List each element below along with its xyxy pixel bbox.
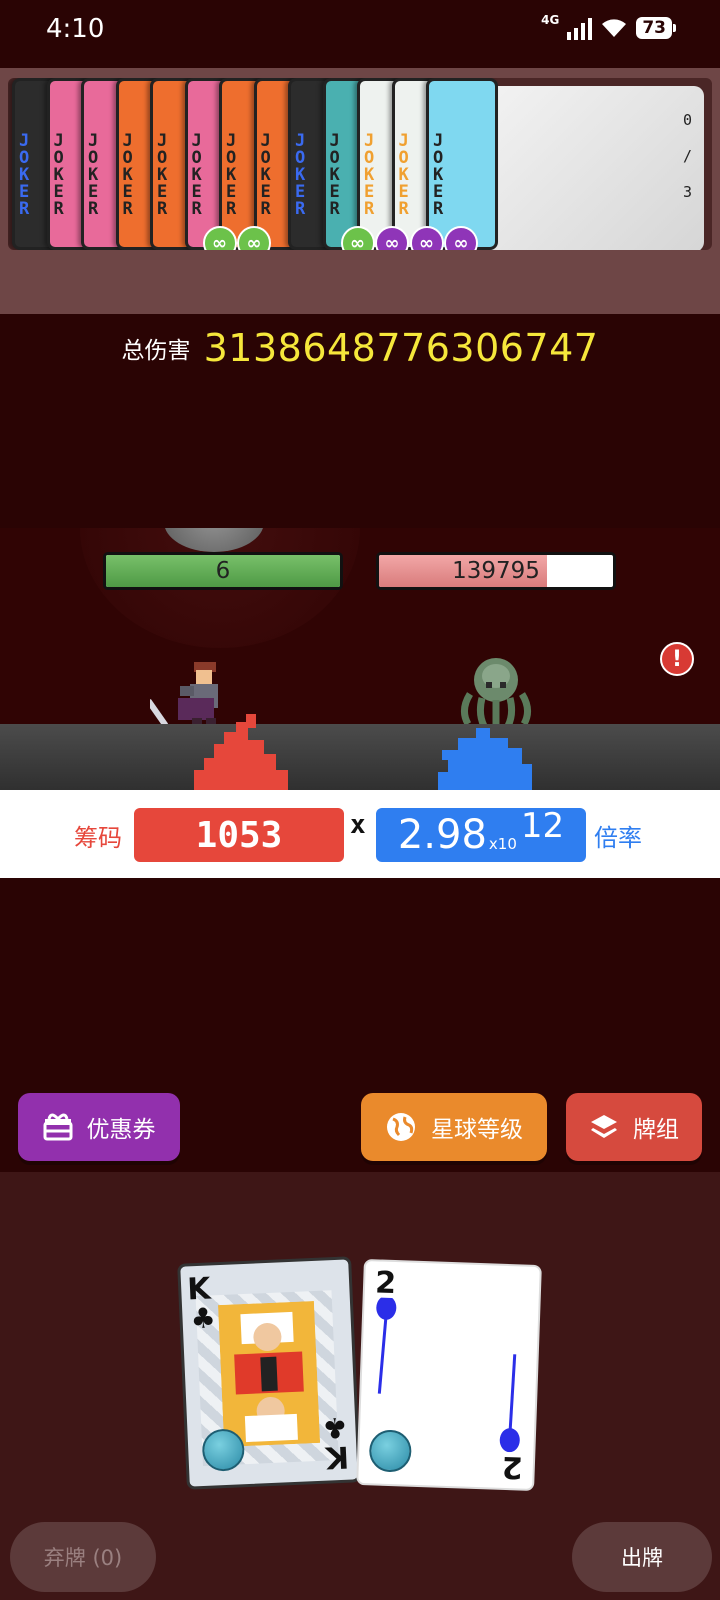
- status-icons: 4G 73: [541, 13, 676, 40]
- joker-slot-count: 0 / 3: [683, 102, 692, 210]
- hand-card-king-clubs[interactable]: K ♣ K ♣: [177, 1256, 361, 1490]
- card-rank-bottom: 2: [501, 1448, 524, 1485]
- blue-drip-bottom: [499, 1354, 520, 1453]
- coupon-button[interactable]: 优惠券: [18, 1093, 180, 1161]
- joker-card-label: JOKER: [226, 131, 237, 219]
- hand-card-two[interactable]: 2 2: [356, 1258, 542, 1492]
- planet-level-button[interactable]: 星球等级: [361, 1093, 547, 1161]
- joker-card-label: JOKER: [398, 131, 409, 219]
- total-damage-label: 总伤害: [121, 338, 191, 364]
- total-damage: 总伤害 31386487763067​47: [0, 326, 720, 370]
- alert-icon[interactable]: !: [660, 642, 694, 676]
- blue-drip-top: [376, 1297, 397, 1394]
- card-suit: ♣: [189, 1301, 217, 1336]
- joker-card-label: JOKER: [53, 131, 64, 219]
- infinity-badge-icon: ∞: [202, 226, 237, 250]
- enemy-hp-bar: 139795: [376, 552, 616, 590]
- mult-splash: [438, 728, 532, 790]
- joker-card-label: JOKER: [433, 131, 444, 219]
- joker-card-label: JOKER: [260, 131, 271, 219]
- discard-button[interactable]: 弃牌 (0): [10, 1522, 156, 1592]
- player-hp-bar: 6: [103, 552, 343, 590]
- coupon-button-label: 优惠券: [86, 1117, 156, 1143]
- total-damage-value: 31386487763067​47: [203, 326, 599, 370]
- mult-base: x10: [488, 835, 517, 853]
- battle-area: 6 139795 !: [0, 528, 720, 790]
- infinity-badge-icon: ∞: [340, 226, 375, 250]
- planet-level-label: 星球等级: [431, 1117, 523, 1143]
- enemy-hp-value: 139795: [452, 558, 540, 584]
- joker-slot-separator: /: [682, 147, 692, 165]
- mult-exponent: 12: [520, 806, 565, 846]
- joker-card-label: JOKER: [191, 131, 202, 219]
- joker-strip: JOKER JOKER JOKER JOKER JOKER JOKER ∞ JOKER ∞ JOK…: [8, 78, 712, 250]
- score-bar: 筹码 1053 x 2.98 x10 12 倍率: [0, 790, 720, 878]
- mult-mantissa: 2.98: [397, 812, 487, 858]
- play-hand-button[interactable]: 出牌: [572, 1522, 712, 1592]
- chips-label: 筹码: [74, 824, 122, 852]
- joker-panel: JOKER JOKER JOKER JOKER JOKER JOKER ∞ JOKER ∞ JOK…: [0, 68, 720, 370]
- joker-slot-current: 0: [682, 111, 692, 129]
- octopus-enemy-sprite: [461, 658, 531, 728]
- joker-slot-max: 3: [682, 183, 692, 201]
- infinity-badge-icon: ∞: [409, 226, 444, 250]
- chips-splash: [194, 714, 288, 790]
- joker-card-label: JOKER: [157, 131, 168, 219]
- wifi-icon: [602, 19, 627, 37]
- joker-card-label: JOKER: [329, 131, 340, 219]
- mult-value: 2.98 x10 12: [376, 806, 586, 862]
- mult-label: 倍率: [594, 824, 642, 852]
- ground: [0, 724, 720, 790]
- status-time: 4:10: [46, 14, 105, 44]
- joker-card-label: JOKER: [364, 131, 375, 219]
- joker-card-label: JOKER: [88, 131, 99, 219]
- chips-value: 1053: [134, 808, 344, 862]
- joker-card-label: JOKER: [19, 131, 30, 219]
- joker-card-label: JOKER: [295, 131, 306, 219]
- status-bar: 4:10 4G 73: [0, 0, 720, 66]
- multiply-sign: x: [350, 810, 366, 840]
- card-rank: 2: [374, 1265, 397, 1302]
- card-seal-icon: [368, 1429, 413, 1473]
- battery-icon: 73: [636, 17, 676, 39]
- joker-card[interactable]: JOKER: [426, 78, 498, 250]
- gift-icon: [43, 1113, 72, 1141]
- king-portrait: [217, 1300, 321, 1448]
- globe-icon: [387, 1113, 415, 1141]
- card-seal-icon: [201, 1428, 246, 1472]
- card-suit-bottom: ♣: [321, 1410, 349, 1445]
- network-type: 4G: [541, 13, 560, 27]
- layers-icon: [591, 1115, 617, 1138]
- joker-card-label: JOKER: [122, 131, 133, 219]
- deck-button[interactable]: 牌组: [566, 1093, 702, 1161]
- joker-empty-slot: 0 / 3: [466, 86, 704, 250]
- deck-button-label: 牌组: [633, 1117, 679, 1143]
- signal-icon: [567, 16, 593, 40]
- player-hp-value: 6: [215, 558, 231, 584]
